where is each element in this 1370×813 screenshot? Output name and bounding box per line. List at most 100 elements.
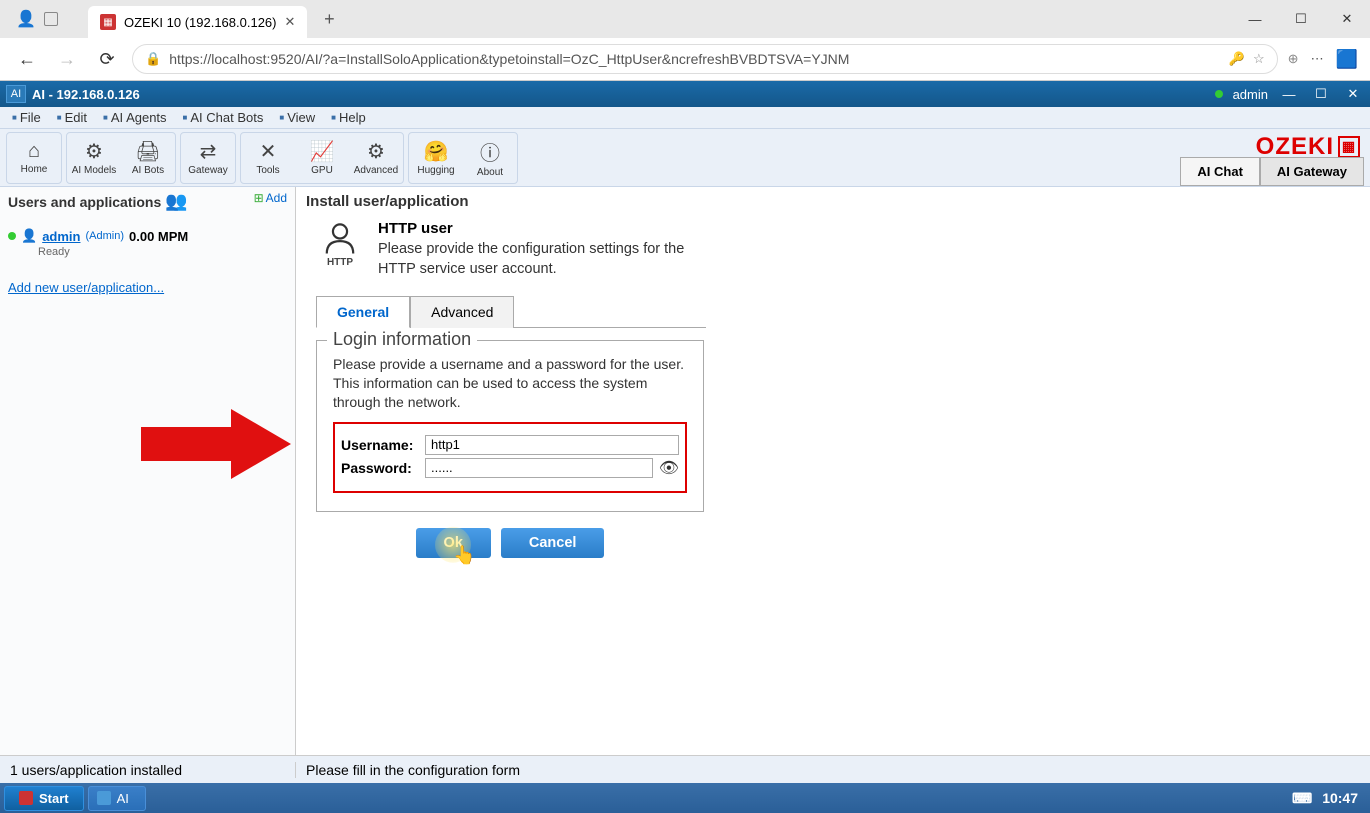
user-name-link[interactable]: admin xyxy=(42,229,80,244)
install-desc: Please provide the configuration setting… xyxy=(378,240,688,279)
lock-icon: 🔒 xyxy=(145,51,161,67)
app-minimize-button[interactable]: — xyxy=(1278,85,1300,103)
statusbar: 1 users/application installed Please fil… xyxy=(0,755,1370,783)
task-app-icon xyxy=(97,791,111,805)
user-status: Ready xyxy=(38,246,287,258)
tabs-overview-icon[interactable] xyxy=(44,12,58,26)
install-title: HTTP user xyxy=(378,220,688,237)
copilot-icon[interactable]: 🟦 xyxy=(1336,49,1358,70)
content-header: Install user/application xyxy=(306,193,1360,210)
toolbar-ai-models[interactable]: ⚙AI Models xyxy=(68,134,120,182)
address-bar: ← → ⟳ 🔒 https://localhost:9520/AI/?a=Ins… xyxy=(0,38,1370,80)
gpu-icon: 📈 xyxy=(310,139,335,164)
app-titlebar: AI AI - 192.168.0.126 admin — ☐ ✕ xyxy=(0,81,1370,107)
app-maximize-button[interactable]: ☐ xyxy=(1310,85,1332,103)
sidebar-header: Users and applications 👥 xyxy=(8,191,287,212)
login-fieldset: Login information Please provide a usern… xyxy=(316,340,704,512)
toolbar-hugging[interactable]: 🤗Hugging xyxy=(410,134,462,182)
status-right: Please fill in the configuration form xyxy=(296,762,530,778)
tab-title: OZEKI 10 (192.168.0.126) xyxy=(124,15,276,30)
field-desc: Please provide a username and a password… xyxy=(333,355,687,412)
toolbar-gateway[interactable]: ⇄Gateway xyxy=(182,134,234,182)
menu-help[interactable]: ■Help xyxy=(323,110,374,125)
browser-tab[interactable]: ▦ OZEKI 10 (192.168.0.126) ✕ xyxy=(88,6,307,38)
clock: 10:47 xyxy=(1322,790,1358,806)
advanced-icon: ⚙ xyxy=(367,139,385,164)
config-tabs: General Advanced xyxy=(316,295,706,328)
url-text: https://localhost:9520/AI/?a=InstallSolo… xyxy=(169,51,1221,67)
menubar: ■File ■Edit ■AI Agents ■AI Chat Bots ■Vi… xyxy=(0,107,1370,129)
tab-ai-chat[interactable]: AI Chat xyxy=(1180,157,1260,186)
start-button[interactable]: Start xyxy=(4,786,84,811)
tools-icon: ✕ xyxy=(260,139,277,164)
fieldset-legend: Login information xyxy=(327,329,477,350)
about-icon: ⓘ xyxy=(480,137,500,166)
hugging-icon: 🤗 xyxy=(424,139,449,164)
maximize-button[interactable]: ☐ xyxy=(1278,0,1324,38)
start-icon xyxy=(19,791,33,805)
username-label: Username: xyxy=(341,437,419,453)
bots-icon: 🖨 xyxy=(135,139,160,164)
plus-icon: ⊞ xyxy=(254,191,264,205)
menu-ai-agents[interactable]: ■AI Agents xyxy=(95,110,175,125)
taskbar-app[interactable]: AI xyxy=(88,786,146,811)
toolbar-gpu[interactable]: 📈GPU xyxy=(296,134,348,182)
content: Install user/application HTTP HTTP user … xyxy=(296,187,1370,755)
taskbar: Start AI ⌨ 10:47 xyxy=(0,783,1370,813)
online-dot-icon xyxy=(8,232,16,240)
close-window-button[interactable]: ✕ xyxy=(1324,0,1370,38)
tab-favicon-icon: ▦ xyxy=(100,14,116,30)
new-tab-button[interactable]: + xyxy=(315,5,343,33)
profile-icon[interactable]: 👤 xyxy=(16,9,36,29)
back-button[interactable]: ← xyxy=(12,44,42,74)
models-icon: ⚙ xyxy=(85,139,103,164)
tab-advanced[interactable]: Advanced xyxy=(410,296,514,328)
red-arrow-annotation xyxy=(141,409,291,479)
users-icon: 👥 xyxy=(165,191,187,212)
toolbar-tools[interactable]: ✕Tools xyxy=(242,134,294,182)
forward-button: → xyxy=(52,44,82,74)
url-field[interactable]: 🔒 https://localhost:9520/AI/?a=InstallSo… xyxy=(132,44,1278,74)
password-key-icon[interactable]: 🔑 xyxy=(1229,51,1245,67)
app-close-button[interactable]: ✕ xyxy=(1342,85,1364,103)
tab-ai-gateway[interactable]: AI Gateway xyxy=(1260,157,1364,186)
add-user-link[interactable]: ⊞Add xyxy=(254,191,287,205)
add-new-user-link[interactable]: Add new user/application... xyxy=(8,280,287,295)
home-icon: ⌂ xyxy=(28,140,40,163)
menu-edit[interactable]: ■Edit xyxy=(49,110,95,125)
menu-view[interactable]: ■View xyxy=(271,110,323,125)
toolbar-advanced[interactable]: ⚙Advanced xyxy=(350,134,402,182)
password-input[interactable] xyxy=(425,458,653,478)
browser-tab-bar: 👤 ▦ OZEKI 10 (192.168.0.126) ✕ + — ☐ ✕ xyxy=(0,0,1370,38)
refresh-button[interactable]: ⟳ xyxy=(92,44,122,74)
gateway-icon: ⇄ xyxy=(200,139,217,164)
keyboard-icon[interactable]: ⌨ xyxy=(1292,790,1312,807)
highlight-annotation: Username: Password: 👁 xyxy=(333,422,687,493)
minimize-button[interactable]: — xyxy=(1232,0,1278,38)
app-icon: AI xyxy=(6,85,26,103)
favorites-bar-icon[interactable]: ⊕ xyxy=(1288,51,1299,67)
show-password-icon[interactable]: 👁 xyxy=(659,458,679,478)
tab-general[interactable]: General xyxy=(316,296,410,328)
toolbar-ai-bots[interactable]: 🖨AI Bots xyxy=(122,134,174,182)
titlebar-user[interactable]: admin xyxy=(1233,87,1268,102)
menu-file[interactable]: ■File xyxy=(4,110,49,125)
more-icon[interactable]: ⋯ xyxy=(1311,51,1324,67)
ok-button[interactable]: Ok 👆 xyxy=(416,528,491,558)
user-row[interactable]: 👤 admin (Admin)0.00 MPM xyxy=(8,228,287,244)
close-tab-icon[interactable]: ✕ xyxy=(284,14,295,30)
user-role: (Admin) xyxy=(85,230,124,242)
menu-ai-chat-bots[interactable]: ■AI Chat Bots xyxy=(175,110,272,125)
favorite-icon[interactable]: ☆ xyxy=(1253,51,1265,67)
status-dot-icon xyxy=(1215,90,1223,98)
app-title: AI - 192.168.0.126 xyxy=(32,87,140,102)
person-icon: 👤 xyxy=(21,228,37,244)
toolbar-home[interactable]: ⌂Home xyxy=(8,134,60,182)
username-input[interactable] xyxy=(425,435,679,455)
cancel-button[interactable]: Cancel xyxy=(501,528,605,558)
toolbar: ⌂Home ⚙AI Models 🖨AI Bots ⇄Gateway ✕Tool… xyxy=(0,129,1370,187)
password-label: Password: xyxy=(341,460,419,476)
http-user-icon: HTTP xyxy=(316,220,364,268)
status-left: 1 users/application installed xyxy=(0,762,296,778)
toolbar-about[interactable]: ⓘAbout xyxy=(464,134,516,182)
